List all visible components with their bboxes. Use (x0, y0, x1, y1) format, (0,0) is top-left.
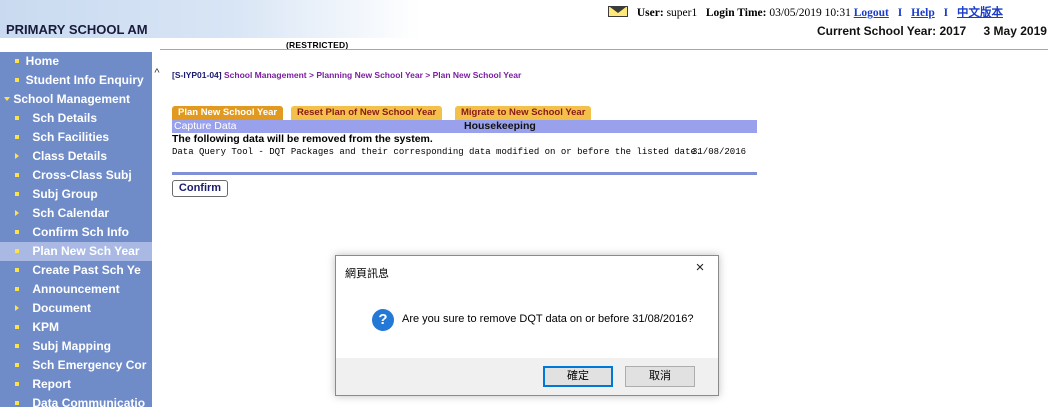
bullet-icon (15, 287, 19, 291)
tab-migrate-new-school-year[interactable]: Migrate to New School Year (455, 106, 592, 120)
sidebar-item-label: Create Past Sch Ye (32, 263, 141, 277)
sidebar-item-class-details[interactable]: Class Details (15, 147, 107, 166)
sidebar-item-sch-emergency-contact[interactable]: Sch Emergency Cor (15, 356, 146, 375)
user-name: super1 (666, 7, 698, 19)
sidebar-item-label: Report (32, 377, 72, 391)
expanded-arrow-icon (4, 97, 10, 101)
removal-note: The following data will be removed from … (172, 133, 433, 145)
bullet-icon (15, 382, 19, 386)
question-icon: ? (372, 309, 394, 331)
sidebar-item-label: Data Communicatio (32, 396, 146, 407)
panel-divider (172, 172, 757, 175)
scroll-up-arrow-icon[interactable]: ^ (152, 67, 162, 79)
sidebar-item-document[interactable]: Document (15, 299, 91, 318)
sidebar-item-student-info-enquiry[interactable]: Student Info Enquiry (15, 71, 144, 90)
sidebar-item-label: Confirm Sch Info (32, 225, 130, 239)
bullet-icon (15, 344, 19, 348)
help-link[interactable]: Help (911, 7, 935, 19)
bullet-icon (15, 230, 19, 234)
sidebar-item-label: Subj Group (32, 187, 98, 201)
school-name: PRIMARY SCHOOL AM (6, 22, 148, 37)
housekeeping-title: Housekeeping (464, 120, 536, 132)
bullet-icon (15, 59, 19, 63)
sidebar-item-data-communication[interactable]: Data Communicatio (15, 394, 145, 407)
bullet-icon (15, 363, 19, 367)
current-date: 3 May 2019 10:5 (983, 24, 1048, 38)
chinese-version-link[interactable]: 中文版本 (957, 7, 1003, 19)
sidebar-item-label: KPM (32, 320, 60, 334)
sidebar-item-create-past-sch-year[interactable]: Create Past Sch Ye (15, 261, 141, 280)
logout-link[interactable]: Logout (854, 7, 889, 19)
bullet-icon (15, 249, 19, 253)
capture-data-label: Capture Data (174, 120, 237, 132)
sidebar-item-sch-details[interactable]: Sch Details (15, 109, 97, 128)
separator: I (943, 7, 949, 19)
sidebar-item-subj-group[interactable]: Subj Group (15, 185, 98, 204)
sidebar-item-home[interactable]: Home (15, 52, 59, 71)
sidebar-item-plan-new-sch-year[interactable]: Plan New Sch Year (0, 242, 152, 261)
dqt-description: Data Query Tool - DQT Packages and their… (172, 147, 702, 157)
sidebar-item-confirm-sch-info[interactable]: Confirm Sch Info (15, 223, 129, 242)
school-year-text: Current School Year: 2017 (817, 24, 967, 38)
login-time-label: Login Time: (705, 7, 767, 19)
screen-code: [S-IYP01-04] (172, 70, 222, 80)
bullet-icon (15, 401, 19, 405)
breadcrumb: [S-IYP01-04] School Management > Plannin… (172, 70, 521, 80)
collapsed-arrow-icon (15, 210, 19, 216)
user-info-bar: User: super1 Login Time: 03/05/2019 10:3… (608, 4, 1003, 20)
bullet-icon (15, 116, 19, 120)
sidebar-nav: Home Student Info Enquiry School Managem… (0, 52, 152, 407)
tab-reset-plan[interactable]: Reset Plan of New School Year (291, 106, 443, 120)
header-divider (160, 49, 1048, 50)
bullet-icon (15, 173, 19, 177)
sidebar-item-label: Student Info Enquiry (25, 73, 144, 87)
tab-plan-new-school-year[interactable]: Plan New School Year (172, 106, 284, 120)
sidebar-item-label: Sch Details (32, 111, 98, 125)
sidebar-item-label: Document (32, 301, 92, 315)
collapsed-arrow-icon (15, 305, 19, 311)
login-time: 03/05/2019 10:31 (769, 7, 851, 19)
breadcrumb-path: School Management > Planning New School … (223, 70, 522, 80)
cancel-button[interactable]: 取消 (625, 366, 695, 387)
dialog-title: 網頁訊息 (345, 268, 389, 280)
sidebar-item-label: Class Details (32, 149, 108, 163)
sidebar-item-label: Sch Calendar (32, 206, 110, 220)
header: PRIMARY SCHOOL AM (RESTRICTED) User: sup… (0, 0, 1048, 50)
sidebar-item-subj-mapping[interactable]: Subj Mapping (15, 337, 111, 356)
bullet-icon (15, 192, 19, 196)
sidebar-item-sch-facilities[interactable]: Sch Facilities (15, 128, 109, 147)
separator: I (897, 7, 903, 19)
sidebar-item-sch-calendar[interactable]: Sch Calendar (15, 204, 109, 223)
dqt-cutoff-date: 31/08/2016 (692, 147, 747, 157)
sidebar-item-cross-class-subj[interactable]: Cross-Class Subj (15, 166, 132, 185)
ok-button[interactable]: 確定 (543, 366, 613, 387)
sidebar-item-label: Sch Emergency Cor (32, 358, 147, 372)
sidebar-item-report[interactable]: Report (15, 375, 71, 394)
panel-header: Capture Data Housekeeping (172, 120, 757, 133)
sidebar-item-school-management[interactable]: School Management (4, 90, 130, 109)
bullet-icon (15, 268, 19, 272)
sidebar-item-label: Plan New Sch Year (32, 244, 140, 258)
close-icon[interactable]: × (693, 260, 707, 275)
dialog-footer: 確定 取消 (336, 358, 718, 395)
sidebar-item-label: Subj Mapping (32, 339, 111, 353)
sidebar-item-label: Announcement (32, 282, 120, 296)
mail-icon[interactable] (608, 6, 628, 17)
sidebar-item-label: School Management (13, 92, 131, 106)
sidebar-item-label: Home (25, 54, 60, 68)
bullet-icon (15, 325, 19, 329)
bullet-icon (15, 78, 19, 82)
collapsed-arrow-icon (15, 153, 19, 159)
sidebar-item-kpm[interactable]: KPM (15, 318, 59, 337)
dialog-message: Are you sure to remove DQT data on or be… (402, 313, 694, 325)
sidebar-item-label: Cross-Class Subj (32, 168, 132, 182)
confirm-button[interactable]: Confirm (172, 180, 228, 197)
dqt-data-row: Data Query Tool - DQT Packages and their… (172, 146, 764, 158)
confirmation-dialog: 網頁訊息 × ? Are you sure to remove DQT data… (335, 255, 719, 396)
sidebar-item-announcement[interactable]: Announcement (15, 280, 120, 299)
bullet-icon (15, 135, 19, 139)
sidebar-item-label: Sch Facilities (32, 130, 110, 144)
user-label: User: (636, 7, 664, 19)
current-school-year: Current School Year: 2017 3 May 2019 10:… (817, 24, 1048, 38)
